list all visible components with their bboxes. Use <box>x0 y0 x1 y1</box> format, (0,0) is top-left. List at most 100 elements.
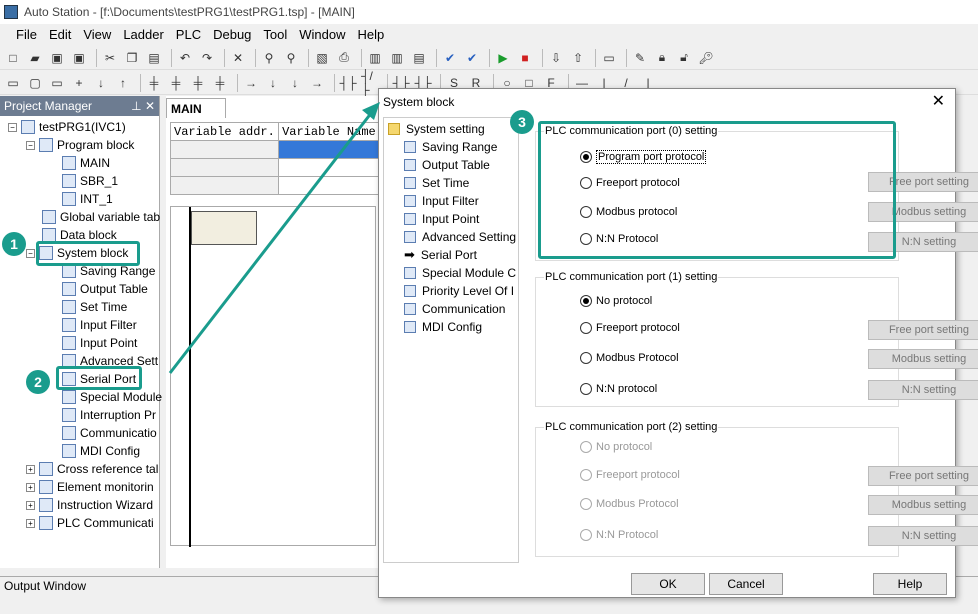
port1-free-port-setting-button[interactable]: Free port setting <box>868 320 978 340</box>
line-right-icon[interactable]: → <box>242 74 260 92</box>
arrow-down-icon[interactable]: ↓ <box>92 74 110 92</box>
table-row[interactable] <box>169 158 380 177</box>
upload-icon[interactable]: ⇧ <box>569 49 587 67</box>
run-icon[interactable]: ▶ <box>494 49 512 67</box>
radio-selected[interactable] <box>580 295 592 307</box>
view-table-icon[interactable]: ▤ <box>410 49 428 67</box>
print-preview-icon[interactable]: ▧ <box>313 49 331 67</box>
tree-item-plc-communication[interactable]: + PLC Communicati <box>26 514 154 532</box>
contact-no-icon[interactable]: ┤├ <box>339 74 357 92</box>
monitor-icon[interactable]: ▭ <box>600 49 618 67</box>
dialog-tree-advanced-setting[interactable]: Advanced Setting <box>404 228 516 246</box>
menu-edit[interactable]: Edit <box>49 27 71 42</box>
branch2-icon[interactable]: ╪ <box>167 74 185 92</box>
save-icon[interactable]: ▣ <box>48 49 66 67</box>
tree-item-set-time[interactable]: Set Time <box>62 298 127 316</box>
tree-item-main[interactable]: MAIN <box>62 154 110 172</box>
dialog-tree-priority-level[interactable]: Priority Level Of I <box>404 282 514 300</box>
tab-main[interactable]: MAIN <box>166 98 226 118</box>
dialog-tree-output-table[interactable]: Output Table <box>404 156 490 174</box>
delete-icon[interactable]: ✕ <box>229 49 247 67</box>
tree-item-input-filter[interactable]: Input Filter <box>62 316 137 334</box>
paste-icon[interactable]: ▤ <box>145 49 163 67</box>
menu-file[interactable]: File <box>16 27 37 42</box>
collapse-icon[interactable]: − <box>8 122 17 132</box>
collapse-icon[interactable]: − <box>26 140 35 150</box>
dialog-tree-system-setting[interactable]: System setting <box>388 120 485 138</box>
unlock-icon[interactable]: 🔓︎ <box>675 49 693 67</box>
menu-plc[interactable]: PLC <box>176 27 201 42</box>
collapse-icon[interactable]: − <box>26 248 35 258</box>
line-up-icon[interactable]: ↓ <box>286 74 304 92</box>
dialog-tree-input-point[interactable]: Input Point <box>404 210 479 228</box>
port1-nn-option[interactable]: N:N protocol <box>580 380 657 398</box>
tree-item-int1[interactable]: INT_1 <box>62 190 113 208</box>
cancel-button[interactable]: Cancel <box>709 573 783 595</box>
cross-icon[interactable]: + <box>70 74 88 92</box>
menu-tool[interactable]: Tool <box>263 27 287 42</box>
redo-icon[interactable]: ↷ <box>198 49 216 67</box>
port1-nn-setting-button[interactable]: N:N setting <box>868 380 978 400</box>
port1-modbus-option[interactable]: Modbus Protocol <box>580 349 679 367</box>
port1-modbus-setting-button[interactable]: Modbus setting <box>868 349 978 369</box>
tree-item-project[interactable]: − testPRG1(IVC1) <box>8 118 126 136</box>
tree-item-output-table[interactable]: Output Table <box>62 280 148 298</box>
expand-icon[interactable]: + <box>26 518 35 528</box>
dialog-tree-special-module[interactable]: Special Module C <box>404 264 516 282</box>
branch4-icon[interactable]: ╪ <box>211 74 229 92</box>
radio-button[interactable] <box>580 383 592 395</box>
tree-item-input-point[interactable]: Input Point <box>62 334 137 352</box>
port1-freeport-option[interactable]: Freeport protocol <box>580 319 680 337</box>
ladder-cursor-cell[interactable] <box>191 211 257 245</box>
view-ladder-icon[interactable]: ▥ <box>366 49 384 67</box>
new-file-icon[interactable]: □ <box>4 49 22 67</box>
view-list-icon[interactable]: ▥ <box>388 49 406 67</box>
tree-item-interruption[interactable]: Interruption Pr <box>62 406 156 424</box>
expand-icon[interactable]: + <box>26 464 35 474</box>
ok-button[interactable]: OK <box>631 573 705 595</box>
menu-ladder[interactable]: Ladder <box>123 27 163 42</box>
copy-icon[interactable]: ❐ <box>123 49 141 67</box>
compile-icon[interactable]: ✔ <box>441 49 459 67</box>
password-icon[interactable]: 🔑︎ <box>697 49 715 67</box>
contact-nc-icon[interactable]: ┤/├ <box>361 69 379 97</box>
tree-item-program-block[interactable]: − Program block <box>26 136 134 154</box>
dialog-tree-mdi-config[interactable]: MDI Config <box>404 318 482 336</box>
expand-icon[interactable]: + <box>26 482 35 492</box>
save-all-icon[interactable]: ▣ <box>70 49 88 67</box>
lock-icon[interactable]: 🔒︎ <box>653 49 671 67</box>
close-icon[interactable]: ✕ <box>932 91 945 111</box>
ladder-canvas[interactable] <box>170 206 376 547</box>
box-icon[interactable]: ▢ <box>26 74 44 92</box>
table-row[interactable] <box>169 176 380 195</box>
tree-item-global-variable[interactable]: Global variable tab <box>42 208 160 226</box>
tree-item-sbr1[interactable]: SBR_1 <box>62 172 118 190</box>
arrow-up-icon[interactable]: ↑ <box>114 74 132 92</box>
tree-item-cross-reference[interactable]: + Cross reference tal <box>26 460 158 478</box>
open-folder-icon[interactable]: ▰ <box>26 49 44 67</box>
rect-icon[interactable]: ▭ <box>48 74 66 92</box>
tree-item-instruction-wizard[interactable]: + Instruction Wizard <box>26 496 153 514</box>
tree-item-special-module[interactable]: Special Module <box>62 388 162 406</box>
menu-debug[interactable]: Debug <box>213 27 251 42</box>
line-down-icon[interactable]: ↓ <box>264 74 282 92</box>
radio-button[interactable] <box>580 322 592 334</box>
menu-help[interactable]: Help <box>358 27 385 42</box>
dialog-tree-set-time[interactable]: Set Time <box>404 174 469 192</box>
lab-icon[interactable]: ▭ <box>4 74 22 92</box>
stop-icon[interactable]: ■ <box>516 49 534 67</box>
line-left-icon[interactable]: → <box>308 74 326 92</box>
print-icon[interactable]: ⎙ <box>335 49 353 67</box>
tree-item-communication[interactable]: Communicatio <box>62 424 157 442</box>
branch3-icon[interactable]: ╪ <box>189 74 207 92</box>
table-row[interactable] <box>169 140 380 159</box>
download-icon[interactable]: ⇩ <box>547 49 565 67</box>
port1-no-protocol-option[interactable]: No protocol <box>580 292 652 310</box>
compile-all-icon[interactable]: ✔ <box>463 49 481 67</box>
menu-view[interactable]: View <box>83 27 111 42</box>
help-button[interactable]: Help <box>873 573 947 595</box>
dialog-tree-serial-port[interactable]: ➡ Serial Port <box>404 246 477 264</box>
cut-icon[interactable]: ✂ <box>101 49 119 67</box>
tree-item-mdi-config[interactable]: MDI Config <box>62 442 140 460</box>
tree-item-element-monitoring[interactable]: + Element monitorin <box>26 478 154 496</box>
